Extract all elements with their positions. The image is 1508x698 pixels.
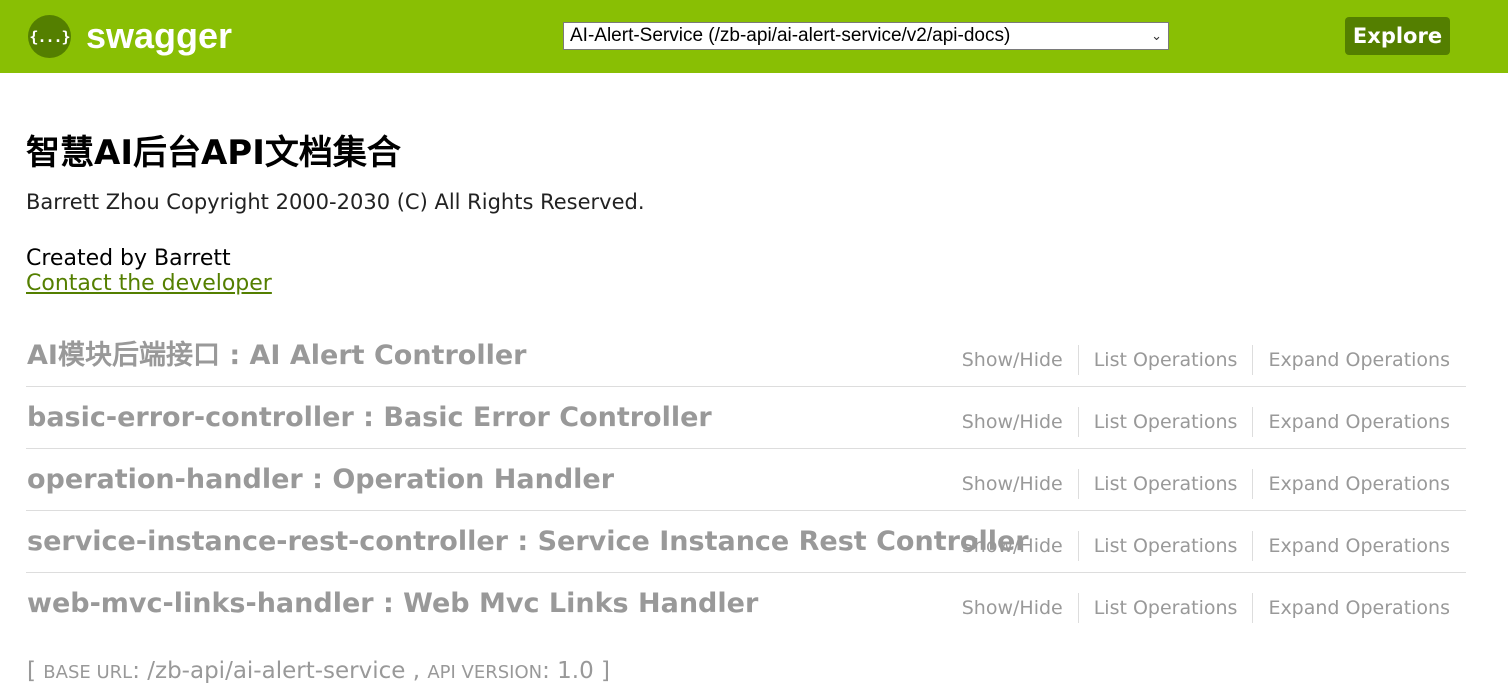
expand-operations-link[interactable]: Expand Operations [1253, 407, 1450, 437]
footer-open-bracket: [ [27, 658, 44, 684]
api-version-label: API VERSION [427, 662, 543, 683]
explore-button[interactable]: Explore [1345, 17, 1450, 55]
resource-list: AI模块后端接口 : AI Alert Controller Show/Hide… [26, 325, 1466, 634]
swagger-logo-icon[interactable]: {...} [28, 15, 71, 58]
api-spec-select-value: AI-Alert-Service (/zb-api/ai-alert-servi… [570, 25, 1011, 46]
api-spec-select[interactable]: AI-Alert-Service (/zb-api/ai-alert-servi… [563, 22, 1169, 50]
resource-ai-alert-controller: AI模块后端接口 : AI Alert Controller Show/Hide… [26, 325, 1466, 387]
expand-operations-link[interactable]: Expand Operations [1253, 531, 1450, 561]
swagger-logo-text[interactable]: swagger [86, 14, 232, 58]
resource-actions: Show/Hide List Operations Expand Operati… [947, 469, 1450, 499]
resource-heading[interactable]: basic-error-controller : Basic Error Con… [27, 401, 712, 435]
api-version-value: : 1.0 ] [542, 658, 611, 684]
list-operations-link[interactable]: List Operations [1079, 469, 1254, 499]
resource-basic-error-controller: basic-error-controller : Basic Error Con… [26, 387, 1466, 449]
show-hide-link[interactable]: Show/Hide [947, 593, 1079, 623]
top-bar: {...} swagger AI-Alert-Service (/zb-api/… [0, 0, 1508, 73]
list-operations-link[interactable]: List Operations [1079, 407, 1254, 437]
resource-service-instance-rest-controller: service-instance-rest-controller : Servi… [26, 511, 1466, 573]
show-hide-link[interactable]: Show/Hide [947, 469, 1079, 499]
contact-developer-link[interactable]: Contact the developer [26, 270, 272, 298]
resource-actions: Show/Hide List Operations Expand Operati… [947, 345, 1450, 375]
show-hide-link[interactable]: Show/Hide [947, 531, 1079, 561]
page-title: 智慧AI后台API文档集合 [26, 133, 401, 173]
show-hide-link[interactable]: Show/Hide [947, 407, 1079, 437]
list-operations-link[interactable]: List Operations [1079, 593, 1254, 623]
resource-heading[interactable]: service-instance-rest-controller : Servi… [27, 525, 1029, 559]
resource-actions: Show/Hide List Operations Expand Operati… [947, 531, 1450, 561]
base-url-value: : /zb-api/ai-alert-service , [132, 658, 428, 684]
expand-operations-link[interactable]: Expand Operations [1253, 345, 1450, 375]
base-url-info: [ BASE URL: /zb-api/ai-alert-service , A… [27, 655, 610, 689]
list-operations-link[interactable]: List Operations [1079, 531, 1254, 561]
created-by-text: Created by Barrett [26, 246, 231, 271]
base-url-label: BASE URL [43, 662, 133, 683]
expand-operations-link[interactable]: Expand Operations [1253, 593, 1450, 623]
resource-heading[interactable]: AI模块后端接口 : AI Alert Controller [27, 339, 526, 373]
resource-operation-handler: operation-handler : Operation Handler Sh… [26, 449, 1466, 511]
list-operations-link[interactable]: List Operations [1079, 345, 1254, 375]
resource-actions: Show/Hide List Operations Expand Operati… [947, 407, 1450, 437]
show-hide-link[interactable]: Show/Hide [947, 345, 1079, 375]
chevron-down-icon: ⌄ [1151, 28, 1162, 43]
expand-operations-link[interactable]: Expand Operations [1253, 469, 1450, 499]
api-description: Barrett Zhou Copyright 2000-2030 (C) All… [26, 190, 645, 214]
resource-heading[interactable]: web-mvc-links-handler : Web Mvc Links Ha… [27, 587, 758, 621]
resource-web-mvc-links-handler: web-mvc-links-handler : Web Mvc Links Ha… [26, 573, 1466, 634]
resource-actions: Show/Hide List Operations Expand Operati… [947, 593, 1450, 623]
resource-heading[interactable]: operation-handler : Operation Handler [27, 463, 614, 497]
